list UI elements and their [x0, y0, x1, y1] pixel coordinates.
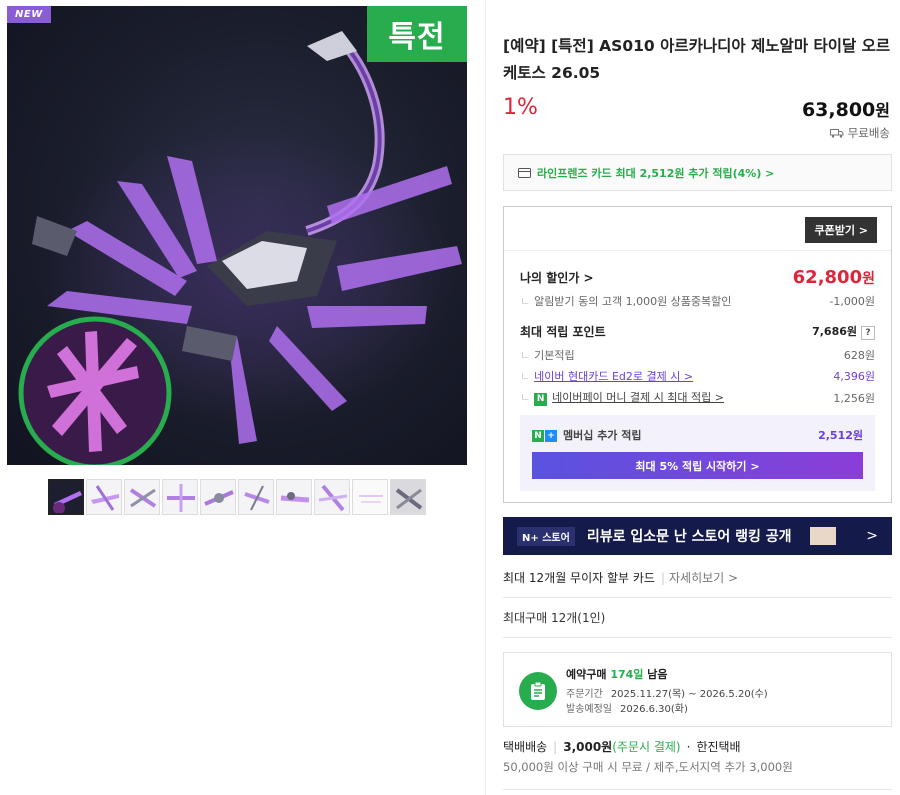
delivery-note: 50,000원 이상 구매 시 무료 / 제주,도서지역 추가 3,000원 — [503, 760, 793, 774]
membership-value: 2,512원 — [818, 429, 863, 442]
special-badge: 특전 — [367, 6, 467, 62]
delivery-fee: 3,000원 — [563, 740, 613, 754]
n-plus-icon: N + — [532, 430, 557, 442]
card-benefit-link[interactable]: 라인프렌즈 카드 최대 2,512원 추가 적립(4%) > — [503, 154, 892, 191]
banner-image — [809, 527, 836, 545]
delivery-fee-note: (주문시 결제) — [612, 740, 681, 754]
my-price-row: 나의 할인가 > 62,800원 — [520, 267, 875, 288]
product-main-image[interactable]: NEW 특전 — [7, 6, 467, 465]
alarm-discount-row: ㄴ 알림받기 동의 고객 1,000원 상품중복할인 -1,000원 — [520, 293, 875, 309]
product-price: 63,800원 — [802, 97, 890, 121]
shipping-info: 무료배송 — [829, 125, 890, 141]
base-point-label: ㄴ 기본적립 — [520, 349, 575, 362]
thumbnail[interactable] — [276, 479, 312, 515]
npay-value: 1,256원 — [833, 391, 875, 405]
benefit-divider — [504, 250, 891, 251]
membership-row: N + 멤버십 추가 적립 2,512원 — [532, 427, 863, 443]
max-purchase: 최대구매 12개(1인) — [503, 611, 606, 625]
new-badge: NEW — [7, 6, 51, 23]
divider — [503, 637, 892, 638]
base-point-value: 628원 — [843, 349, 875, 362]
credit-card-icon — [518, 167, 531, 178]
divider — [503, 597, 892, 598]
price-unit: 원 — [875, 101, 890, 120]
divider — [503, 789, 892, 790]
installment-more-link[interactable]: | 자세히보기 > — [661, 571, 738, 585]
max-point-row: 최대 적립 포인트 7,686원? — [520, 323, 875, 340]
preorder-title: 예약구매 174일 남음 — [566, 668, 668, 681]
mecha-figure-illustration — [18, 31, 462, 465]
thumbnail[interactable] — [200, 479, 236, 515]
my-price: 62,800원 — [793, 267, 875, 288]
store-ranking-banner[interactable]: N+ 스토어 리뷰로 입소문 난 스토어 랭킹 공개 > — [503, 517, 892, 555]
thumbnail[interactable] — [352, 479, 388, 515]
price-value: 63,800 — [801, 99, 876, 121]
npay-label[interactable]: ㄴ N 네이버페이 머니 결제 시 최대 적립 > — [520, 389, 724, 406]
coupon-button[interactable]: 쿠폰받기 > — [805, 217, 877, 243]
column-divider — [485, 0, 486, 795]
product-title: [예약] [특전] AS010 아르카나디아 제노알마 타이달 오르케토스 26… — [503, 37, 891, 82]
alarm-discount-label: ㄴ 알림받기 동의 고객 1,000원 상품중복할인 — [520, 295, 732, 308]
my-price-unit: 원 — [862, 271, 875, 287]
npay-row: ㄴ N 네이버페이 머니 결제 시 최대 적립 > 1,256원 — [520, 389, 875, 406]
delivery-type: 택배배송 — [503, 740, 548, 754]
card-benefit-text: 라인프렌즈 카드 최대 2,512원 추가 적립(4%) > — [537, 166, 775, 180]
discount-rate: 1% — [503, 95, 538, 120]
thumbnail[interactable] — [314, 479, 350, 515]
shipping-text: 무료배송 — [847, 126, 890, 140]
thumbnail[interactable] — [48, 479, 84, 515]
membership-label-wrap: N + 멤버십 추가 적립 — [532, 427, 642, 443]
max-point-label: 최대 적립 포인트 — [520, 325, 606, 339]
alarm-discount-value: -1,000원 — [829, 295, 875, 308]
thumbnail[interactable] — [390, 479, 426, 515]
max-point-value-wrap: 7,686원? — [812, 323, 875, 340]
truck-icon — [829, 129, 844, 138]
hyundai-card-value: 4,396원 — [833, 370, 875, 383]
my-price-label[interactable]: 나의 할인가 > — [520, 269, 594, 286]
help-icon[interactable]: ? — [861, 326, 875, 340]
delivery-info: 택배배송 | 3,000원(주문시 결제) · 한진택배 — [503, 740, 741, 754]
banner-text: 리뷰로 입소문 난 스토어 랭킹 공개 — [586, 529, 792, 545]
membership-label: 멤버십 추가 적립 — [563, 429, 642, 442]
thumbnail[interactable] — [162, 479, 198, 515]
thumbnail[interactable] — [238, 479, 274, 515]
thumbnail[interactable] — [86, 479, 122, 515]
installment-label: 최대 12개월 무이자 할부 카드 — [503, 571, 655, 585]
thumbnail[interactable] — [124, 479, 160, 515]
my-price-value: 62,800 — [792, 267, 863, 288]
base-point-row: ㄴ 기본적립 628원 — [520, 347, 875, 363]
membership-start-button[interactable]: 최대 5% 적립 시작하기 > — [532, 452, 863, 479]
hyundai-card-label[interactable]: ㄴ 네이버 현대카드 Ed2로 결제 시 > — [520, 368, 693, 384]
order-period: 주문기간 2025.11.27(목) ~ 2026.5.20(수) — [566, 689, 768, 700]
installment-row: 최대 12개월 무이자 할부 카드 | 자세히보기 > — [503, 569, 738, 586]
membership-box: N + 멤버십 추가 적립 2,512원 최대 5% 적립 시작하기 > — [520, 415, 875, 491]
max-point-value: 7,686원 — [812, 325, 857, 338]
clipboard-icon — [519, 672, 557, 710]
nplus-store-logo: N+ 스토어 — [517, 526, 575, 546]
hyundai-card-row: ㄴ 네이버 현대카드 Ed2로 결제 시 > 4,396원 — [520, 368, 875, 384]
chevron-right-icon: > — [866, 528, 878, 544]
courier: 한진택배 — [696, 740, 741, 754]
npay-icon: N — [534, 393, 548, 406]
preorder-box: 예약구매 174일 남음 주문기간 2025.11.27(목) ~ 2026.5.… — [503, 652, 892, 727]
ship-date: 발송예정일 2026.6.30(화) — [566, 704, 688, 715]
thumbnail-strip — [48, 479, 426, 515]
benefit-box: 쿠폰받기 > 나의 할인가 > 62,800원 ㄴ 알림받기 동의 고객 1,00… — [503, 206, 892, 503]
